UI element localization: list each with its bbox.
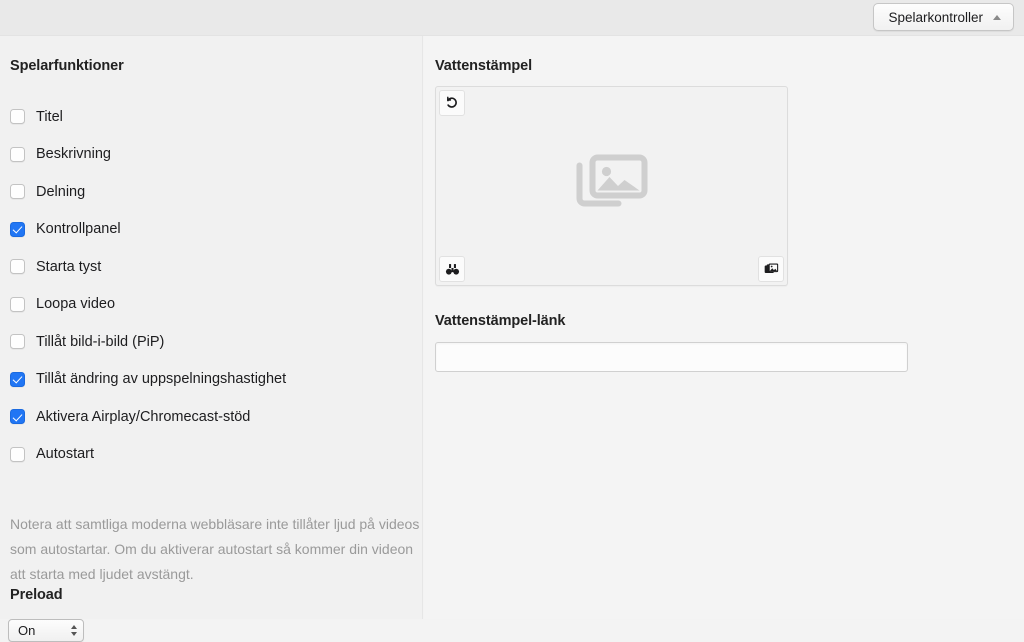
checkbox-label-starta-tyst: Starta tyst (36, 258, 102, 275)
checkbox-loopa-video[interactable] (10, 296, 25, 312)
chevron-up-icon (993, 14, 1001, 20)
checkbox-label-airplay-chromecast: Aktivera Airplay/Chromecast-stöd (36, 408, 251, 425)
checkbox-delning[interactable] (10, 184, 25, 200)
player-features-heading: Spelarfunktioner (10, 58, 124, 74)
watermark-preview-button[interactable] (439, 256, 465, 282)
checkbox-titel[interactable] (10, 109, 25, 125)
checkbox-row-airplay-chromecast[interactable]: Aktivera Airplay/Chromecast-stöd (10, 398, 410, 436)
top-toolbar: Spelarkontroller (0, 0, 1024, 36)
checkbox-row-starta-tyst[interactable]: Starta tyst (10, 248, 410, 286)
preload-selected-value: On (18, 623, 36, 638)
checkbox-kontrollpanel[interactable] (10, 221, 25, 237)
image-stack-icon (764, 263, 778, 273)
binoculars-icon (445, 263, 459, 275)
preload-select[interactable]: On (8, 619, 84, 642)
player-controls-dropdown-button[interactable]: Spelarkontroller (873, 3, 1014, 31)
checkbox-airplay-chromecast[interactable] (10, 409, 25, 425)
checkbox-playback-speed[interactable] (10, 371, 25, 387)
checkbox-label-playback-speed: Tillåt ändring av uppspelningshastighet (36, 371, 287, 387)
settings-content: Spelarfunktioner Titel Beskrivning Delni… (0, 36, 1024, 642)
checkbox-row-autostart[interactable]: Autostart (10, 436, 410, 474)
watermark-link-input[interactable] (435, 342, 908, 372)
watermark-panel: Vattenstämpel Vattenstämpel-länk (424, 36, 1024, 619)
checkbox-pip[interactable] (10, 334, 25, 350)
checkbox-label-autostart: Autostart (36, 446, 95, 462)
checkbox-autostart[interactable] (10, 446, 25, 462)
checkbox-row-pip[interactable]: Tillåt bild-i-bild (PiP) (10, 323, 410, 361)
watermark-link-heading: Vattenstämpel-länk (435, 313, 566, 329)
checkbox-label-delning: Delning (36, 183, 86, 200)
checkbox-label-pip: Tillåt bild-i-bild (PiP) (36, 333, 165, 350)
player-controls-label: Spelarkontroller (888, 9, 983, 25)
checkbox-row-playback-speed[interactable]: Tillåt ändring av uppspelningshastighet (10, 361, 410, 399)
undo-arrow-icon (447, 96, 457, 108)
checkbox-row-delning[interactable]: Delning (10, 173, 410, 211)
checkbox-beskrivning[interactable] (10, 146, 25, 162)
checkbox-row-titel[interactable]: Titel (10, 98, 410, 136)
checkbox-label-loopa-video: Loopa video (36, 296, 116, 312)
checkbox-row-kontrollpanel[interactable]: Kontrollpanel (10, 211, 410, 249)
watermark-dropzone[interactable] (435, 86, 788, 286)
player-features-checklist: Titel Beskrivning Delning Kontrollpanel … (10, 98, 410, 473)
watermark-heading: Vattenstämpel (435, 58, 533, 74)
autostart-helper-text: Notera att samtliga moderna webbläsare i… (10, 516, 420, 582)
checkbox-row-loopa-video[interactable]: Loopa video (10, 286, 410, 324)
watermark-placeholder (575, 154, 649, 219)
watermark-media-library-button[interactable] (758, 256, 784, 282)
checkbox-starta-tyst[interactable] (10, 259, 25, 275)
checkbox-label-titel: Titel (36, 108, 63, 125)
checkbox-row-beskrivning[interactable]: Beskrivning (10, 136, 410, 174)
player-features-panel: Spelarfunktioner Titel Beskrivning Delni… (0, 36, 423, 642)
image-placeholder-icon (576, 154, 647, 207)
watermark-reset-button[interactable] (439, 90, 465, 116)
stepper-arrows-icon (71, 625, 77, 636)
preload-label: Preload (10, 587, 63, 603)
checkbox-label-beskrivning: Beskrivning (36, 146, 111, 162)
checkbox-label-kontrollpanel: Kontrollpanel (36, 221, 121, 237)
